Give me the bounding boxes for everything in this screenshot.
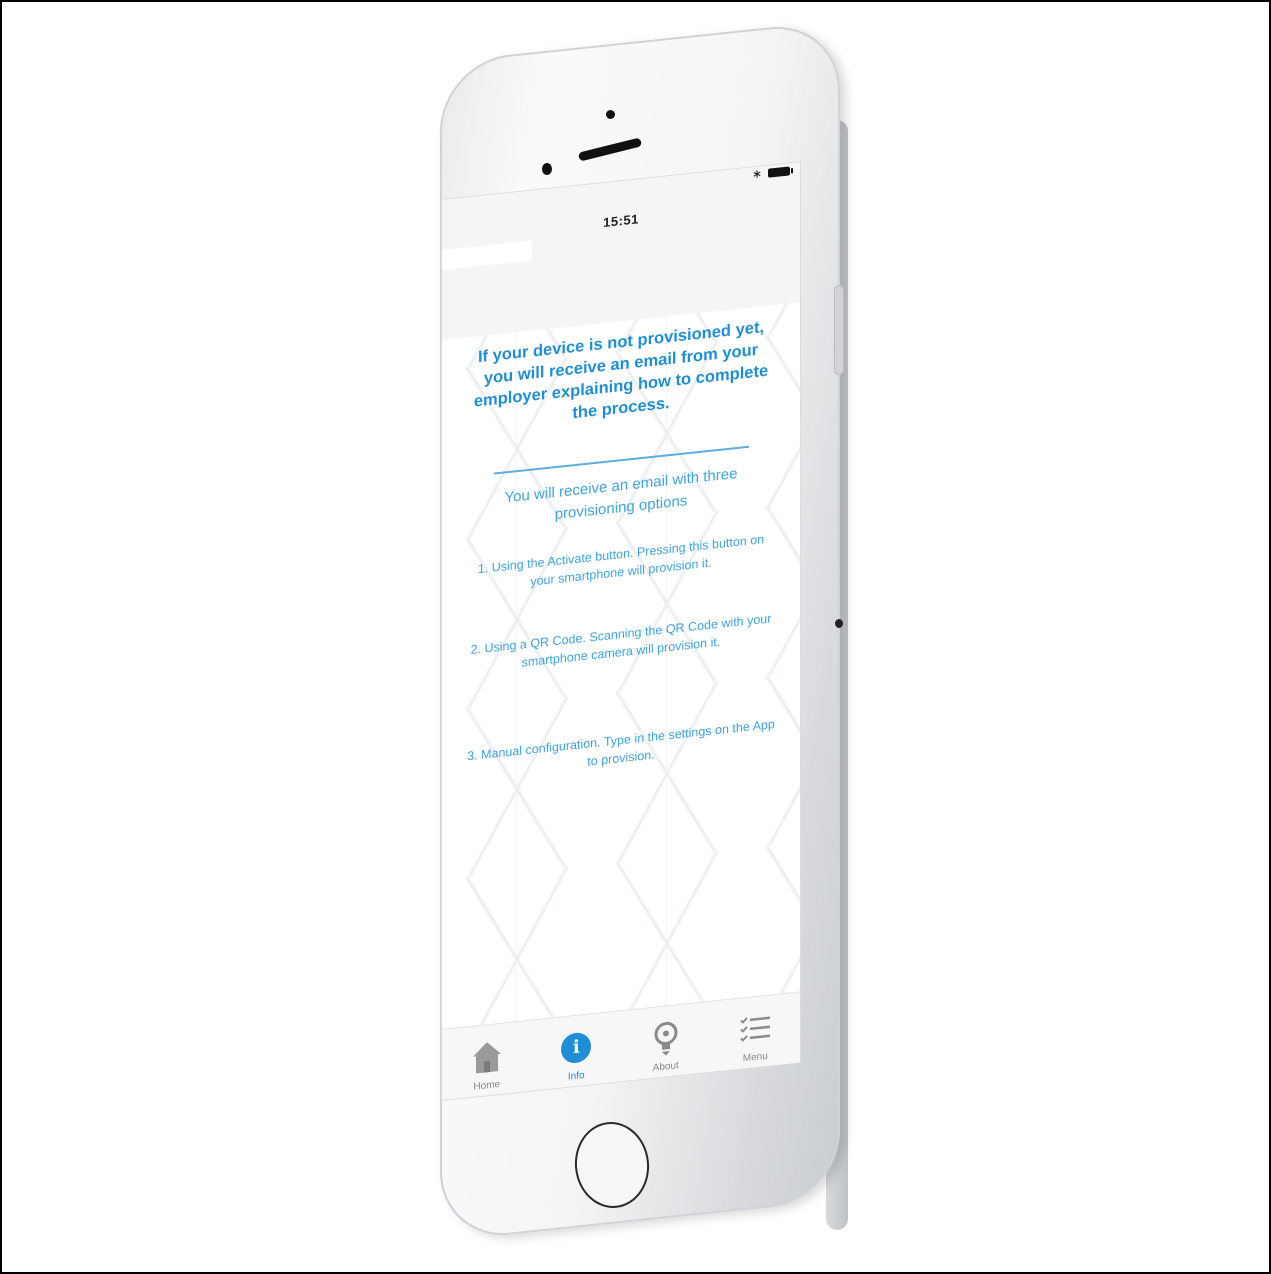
status-time: 15:51	[603, 211, 639, 231]
phone-screen: 15:51 ∗ If your device is not provisione…	[442, 162, 800, 1100]
tab-label-home: Home	[473, 1078, 501, 1093]
info-icon: i	[561, 1027, 592, 1068]
tab-home[interactable]: Home	[447, 1025, 527, 1099]
proximity-sensor-icon	[542, 163, 552, 175]
option-activate: 1. Using the Activate button. Pressing t…	[477, 532, 765, 589]
tab-menu[interactable]: Menu	[715, 997, 795, 1071]
phone-side-button[interactable]	[834, 285, 844, 375]
main-content: If your device is not provisioned yet, y…	[442, 312, 800, 786]
tab-info[interactable]: i Info	[536, 1016, 616, 1090]
tab-label-about: About	[652, 1060, 679, 1074]
phone-side-dot	[835, 619, 843, 628]
option-qr-code: 2. Using a QR Code. Scanning the QR Code…	[470, 611, 772, 670]
tab-about[interactable]: About	[626, 1006, 706, 1080]
tab-label-info: Info	[567, 1070, 585, 1083]
checklist-icon	[739, 1008, 771, 1049]
battery-icon	[768, 165, 790, 178]
lightbulb-icon	[652, 1018, 680, 1059]
home-icon	[471, 1037, 503, 1078]
tab-label-menu: Menu	[742, 1050, 768, 1065]
bluetooth-icon: ∗	[751, 166, 762, 182]
status-icons: ∗	[752, 163, 790, 181]
front-camera-icon	[606, 110, 615, 119]
